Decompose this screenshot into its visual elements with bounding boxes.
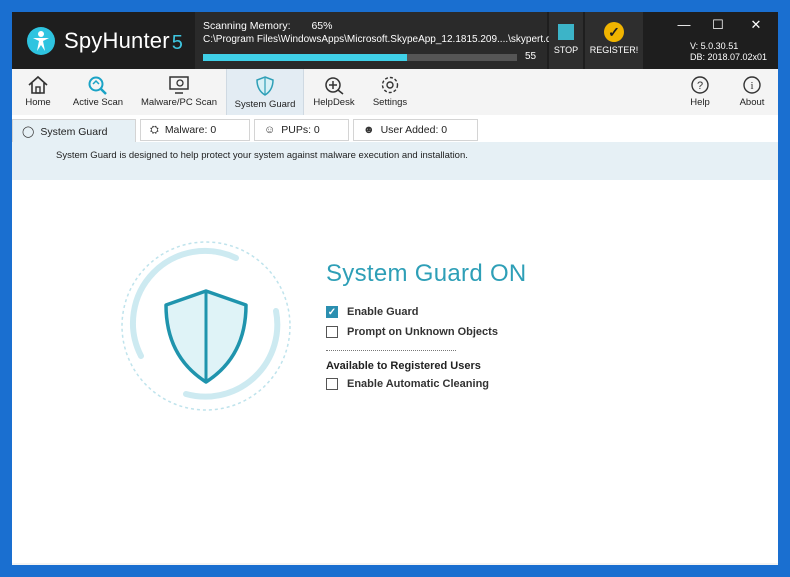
- scan-file-path: C:\Program Files\WindowsApps\Microsoft.S…: [203, 34, 556, 45]
- registered-section-label: Available to Registered Users: [326, 360, 481, 372]
- status-strip: [12, 563, 778, 565]
- toolbar-help[interactable]: ? Help: [682, 69, 718, 115]
- scan-progress-panel: Scanning Memory: 65% C:\Program Files\Wi…: [195, 12, 556, 69]
- scan-percent: 65%: [311, 20, 333, 32]
- guard-status-title: System Guard ON: [326, 260, 527, 287]
- shield-outline-icon: ◯: [22, 126, 35, 138]
- tab-system-guard[interactable]: ◯ System Guard: [12, 119, 136, 143]
- info-icon: i: [743, 76, 761, 94]
- prompt-unknown-label: Prompt on Unknown Objects: [347, 326, 498, 338]
- toolbar-active-scan[interactable]: Active Scan: [68, 69, 128, 115]
- enable-guard-checkbox[interactable]: ✓: [326, 306, 338, 318]
- toolbar-home[interactable]: Home: [16, 69, 60, 115]
- spyhunter-logo-icon: [27, 27, 55, 55]
- scan-status-label: Scanning Memory:: [203, 20, 291, 32]
- svg-text:i: i: [750, 80, 753, 92]
- minimize-button[interactable]: —: [674, 17, 694, 32]
- title-bar: SpyHunter 5 Scanning Memory: 65% C:\Prog…: [12, 12, 778, 69]
- toolbar-label: HelpDesk: [313, 97, 355, 108]
- scan-progress-fill: [203, 54, 408, 61]
- auto-clean-option[interactable]: Enable Automatic Cleaning: [326, 378, 489, 390]
- scan-progress-bar: [203, 54, 517, 61]
- toolbar-label: Settings: [372, 97, 408, 108]
- maximize-button[interactable]: ☐: [708, 17, 728, 33]
- svg-text:?: ?: [697, 80, 703, 92]
- toolbar-helpdesk[interactable]: HelpDesk: [308, 69, 360, 115]
- divider: [326, 350, 456, 351]
- stop-button[interactable]: STOP: [549, 12, 583, 69]
- prompt-unknown-checkbox[interactable]: [326, 326, 338, 338]
- guard-shield-emblem-icon: [121, 241, 291, 411]
- tab-label: System Guard: [40, 125, 108, 138]
- db-version-text: DB: 2018.07.02x01: [690, 52, 768, 62]
- checkmark-icon: ✓: [604, 22, 624, 42]
- home-icon: [28, 75, 48, 94]
- help-icon: ?: [691, 76, 709, 94]
- tab-label: Malware: 0: [164, 124, 217, 136]
- stop-icon: [558, 24, 574, 40]
- toolbar-system-guard[interactable]: System Guard: [226, 69, 304, 115]
- tab-label: User Added: 0: [380, 124, 448, 136]
- toolbar-settings[interactable]: Settings: [368, 69, 412, 115]
- toolbar-malware-scan[interactable]: Malware/PC Scan: [138, 69, 220, 115]
- info-text: System Guard is designed to help protect…: [56, 150, 468, 161]
- toolbar-label: Malware/PC Scan: [140, 97, 218, 108]
- auto-clean-checkbox[interactable]: [326, 378, 338, 390]
- app-name: SpyHunter: [64, 28, 170, 53]
- auto-clean-label: Enable Automatic Cleaning: [347, 378, 490, 390]
- register-label: REGISTER!: [589, 45, 639, 55]
- toolbar-about[interactable]: i About: [732, 69, 772, 115]
- guard-tabs: ◯ System Guard ⛭ Malware: 0 ☺ PUPs: 0 ☻ …: [12, 115, 778, 143]
- tab-pups[interactable]: ☺ PUPs: 0: [254, 119, 349, 141]
- active-scan-icon: [88, 76, 107, 95]
- enable-guard-option[interactable]: ✓ Enable Guard: [326, 306, 419, 318]
- scan-progress-number: 55: [525, 51, 537, 62]
- toolbar-label: System Guard: [234, 99, 296, 110]
- toolbar-label: About: [739, 97, 765, 108]
- gear-icon: [381, 76, 399, 94]
- app-version-text: V: 5.0.30.51: [690, 41, 739, 51]
- version-info: V: 5.0.30.51 DB: 2018.07.02x01: [690, 41, 767, 63]
- toolbar-label: Help: [690, 97, 710, 108]
- shield-icon: [256, 76, 274, 96]
- face-icon: ☺: [264, 124, 276, 136]
- stop-label: STOP: [553, 45, 579, 55]
- main-toolbar: Home Active Scan Malware/PC Scan System …: [12, 69, 778, 116]
- close-button[interactable]: ✕: [746, 17, 766, 33]
- prompt-unknown-option[interactable]: Prompt on Unknown Objects: [326, 326, 498, 338]
- bug-icon: ⛭: [150, 123, 159, 136]
- app-version-mark: 5: [171, 31, 183, 54]
- register-button[interactable]: ✓ REGISTER!: [585, 12, 643, 69]
- user-icon: ☻: [363, 124, 375, 136]
- info-bar: System Guard is designed to help protect…: [12, 142, 778, 181]
- scan-status: Scanning Memory: 65%: [203, 20, 332, 32]
- tab-label: PUPs: 0: [281, 124, 320, 136]
- app-window-frame: SpyHunter 5 Scanning Memory: 65% C:\Prog…: [0, 0, 790, 577]
- system-guard-panel: System Guard ON ✓ Enable Guard Prompt on…: [12, 180, 778, 563]
- toolbar-label: Home: [25, 97, 51, 108]
- tab-user-added[interactable]: ☻ User Added: 0: [353, 119, 478, 141]
- computer-scan-icon: [169, 76, 189, 94]
- tab-malware[interactable]: ⛭ Malware: 0: [140, 119, 250, 141]
- app-logo: SpyHunter 5: [26, 26, 183, 56]
- enable-guard-label: Enable Guard: [347, 306, 419, 318]
- helpdesk-icon: [325, 77, 344, 95]
- toolbar-label: Active Scan: [72, 97, 124, 108]
